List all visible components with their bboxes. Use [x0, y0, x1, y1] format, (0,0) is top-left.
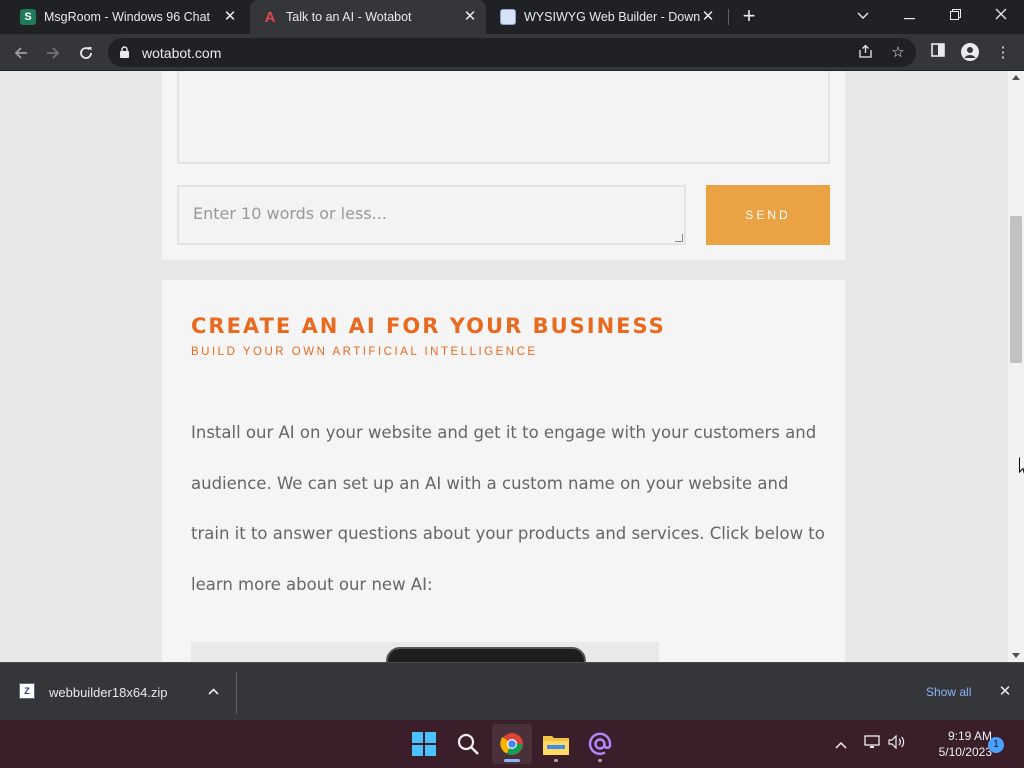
bookmark-star-icon[interactable]: ☆ [889, 44, 907, 62]
business-description: Install our AI on your website and get i… [191, 408, 825, 610]
mail-icon[interactable] [580, 724, 620, 764]
profile-icon[interactable] [960, 43, 980, 63]
download-options-chevron-icon[interactable] [204, 682, 222, 700]
resize-handle-icon[interactable] [675, 234, 683, 242]
running-app-dot [598, 759, 602, 762]
download-file-name[interactable]: webbuilder18x64.zip [49, 685, 168, 700]
browser-toolbar: wotabot.com ☆ ⋮ [0, 34, 1024, 71]
close-window-icon[interactable] [978, 0, 1024, 30]
description-line: audience. We can set up an AI with a cus… [191, 473, 789, 493]
download-shelf: Z webbuilder18x64.zip Show all ✕ [0, 662, 1024, 720]
clock-date: 5/10/2023 [938, 745, 992, 759]
tab-title: WYSIWYG Web Builder - Downlo [524, 10, 700, 24]
menu-kebab-icon[interactable]: ⋮ [993, 43, 1013, 63]
chat-message-input[interactable]: Enter 10 words or less... [177, 185, 686, 245]
description-line: Install our AI on your website and get i… [191, 423, 817, 442]
phone-preview-image[interactable] [191, 642, 659, 662]
reload-icon[interactable] [73, 40, 99, 66]
phone-graphic [386, 647, 586, 662]
chat-log [177, 71, 830, 164]
tab-separator [728, 9, 729, 25]
download-separator [236, 672, 237, 714]
send-button[interactable]: SEND [706, 185, 830, 245]
back-arrow-icon[interactable] [8, 40, 34, 66]
side-panel-icon[interactable] [928, 43, 948, 63]
tab-close-icon[interactable]: ✕ [462, 9, 478, 25]
new-tab-plus-icon[interactable]: + [738, 5, 760, 27]
business-title: CREATE AN AI FOR YOUR BUSINESS [191, 314, 666, 338]
show-hidden-icons-chevron-icon[interactable] [831, 734, 851, 754]
tab-close-icon[interactable]: ✕ [700, 9, 716, 25]
msgroom-favicon-icon: S [20, 9, 36, 25]
scroll-up-arrow-icon[interactable] [1012, 75, 1020, 80]
page-viewport: Enter 10 words or less... SEND CREATE AN… [0, 71, 1008, 662]
system-clock[interactable]: 9:19 AM 5/10/2023 [912, 728, 992, 760]
scroll-down-arrow-icon[interactable] [1012, 653, 1020, 658]
tab-wysiwyg[interactable]: WYSIWYG Web Builder - Downlo ✕ [488, 0, 724, 34]
description-line: learn more about our new AI: [191, 574, 433, 594]
windows-taskbar: 9:19 AM 5/10/2023 [0, 720, 1024, 768]
restore-icon[interactable] [932, 0, 978, 30]
chrome-icon[interactable] [492, 724, 532, 764]
chat-section: Enter 10 words or less... SEND [162, 71, 845, 260]
clock-time: 9:19 AM [947, 729, 992, 743]
active-app-indicator [504, 759, 520, 762]
tab-title: MsgRoom - Windows 96 Chat [44, 10, 211, 24]
tab-msgroom[interactable]: S MsgRoom - Windows 96 Chat ✕ [8, 0, 246, 34]
url-text: wotabot.com [142, 45, 222, 61]
search-icon[interactable] [448, 724, 488, 764]
chat-input-placeholder: Enter 10 words or less... [193, 204, 387, 223]
volume-icon[interactable] [887, 734, 907, 754]
business-subtitle: BUILD YOUR OWN ARTIFICIAL INTELLIGENCE [191, 346, 538, 358]
notification-badge[interactable]: 1 [988, 737, 1004, 753]
running-app-dot [554, 759, 558, 762]
address-bar[interactable]: wotabot.com ☆ [108, 38, 916, 67]
close-shelf-icon[interactable]: ✕ [996, 683, 1014, 701]
tab-close-icon[interactable]: ✕ [222, 9, 238, 25]
file-explorer-icon[interactable] [536, 724, 576, 764]
show-all-downloads-link[interactable]: Show all [926, 685, 971, 699]
wysiwyg-favicon-icon [500, 9, 516, 25]
start-icon[interactable] [404, 724, 444, 764]
mouse-cursor-icon [1019, 457, 1024, 475]
wotabot-favicon-icon: A [264, 8, 276, 26]
network-icon[interactable] [862, 734, 882, 754]
tab-title: Talk to an AI - Wotabot [286, 10, 412, 24]
share-icon[interactable] [856, 44, 874, 62]
business-section: CREATE AN AI FOR YOUR BUSINESS BUILD YOU… [162, 280, 845, 662]
zip-file-icon: Z [19, 683, 35, 699]
tab-wotabot[interactable]: A Talk to an AI - Wotabot ✕ [250, 0, 486, 34]
scrollbar-thumb[interactable] [1010, 216, 1022, 363]
tab-search-chevron-icon[interactable] [840, 0, 886, 30]
forward-arrow-icon[interactable] [40, 40, 66, 66]
tab-strip: S MsgRoom - Windows 96 Chat ✕ A Talk to … [0, 0, 1024, 34]
description-line: train it to answer questions about your … [191, 524, 825, 543]
lock-icon[interactable] [120, 46, 129, 58]
page-scrollbar[interactable] [1008, 71, 1024, 662]
minimize-icon[interactable] [886, 0, 932, 30]
